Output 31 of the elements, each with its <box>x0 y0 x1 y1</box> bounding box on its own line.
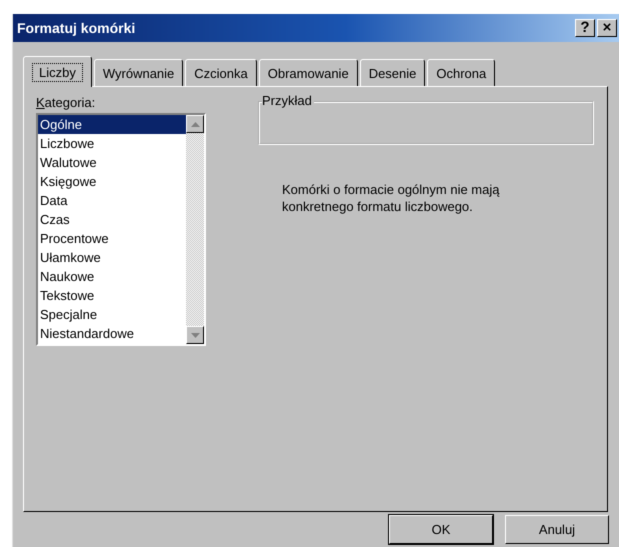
list-item[interactable]: Ułamkowe <box>38 248 186 267</box>
list-item[interactable]: Walutowe <box>38 153 186 172</box>
scrollbar[interactable] <box>186 115 204 344</box>
scroll-up-button[interactable] <box>186 115 204 133</box>
down-arrow-icon <box>190 332 200 338</box>
close-button[interactable]: × <box>597 19 617 37</box>
tab[interactable]: Wyrównanie <box>94 59 184 86</box>
tab[interactable]: Desenie <box>360 59 426 86</box>
help-button[interactable]: ? <box>575 19 595 37</box>
list-item[interactable]: Specjalne <box>38 305 186 324</box>
tab[interactable]: Obramowanie <box>258 59 358 86</box>
tab[interactable]: Liczby <box>23 56 92 87</box>
dialog-button[interactable]: OK <box>389 515 493 544</box>
list-item[interactable]: Naukowe <box>38 267 186 286</box>
scroll-down-button[interactable] <box>186 326 204 344</box>
list-item[interactable]: Procentowe <box>38 229 186 248</box>
sample-label: Przykład <box>262 93 314 108</box>
tab[interactable]: Czcionka <box>185 59 257 86</box>
list-item[interactable]: Ogólne <box>38 115 186 134</box>
tab[interactable]: Ochrona <box>427 59 496 86</box>
list-item[interactable]: Tekstowe <box>38 286 186 305</box>
dialog-button[interactable]: Anuluj <box>505 515 609 544</box>
category-label: Kategoria: <box>36 95 96 110</box>
list-item[interactable]: Liczbowe <box>38 134 186 153</box>
list-item[interactable]: Księgowe <box>38 172 186 191</box>
list-item[interactable]: Data <box>38 191 186 210</box>
window-title: Formatuj komórki <box>17 20 136 36</box>
list-item[interactable]: Czas <box>38 210 186 229</box>
description-text: Komórki o formacie ogólnym nie mają konkretnego formatu liczbowego. <box>282 181 500 215</box>
list-item[interactable]: Niestandardowe <box>38 324 186 343</box>
up-arrow-icon <box>190 122 200 126</box>
